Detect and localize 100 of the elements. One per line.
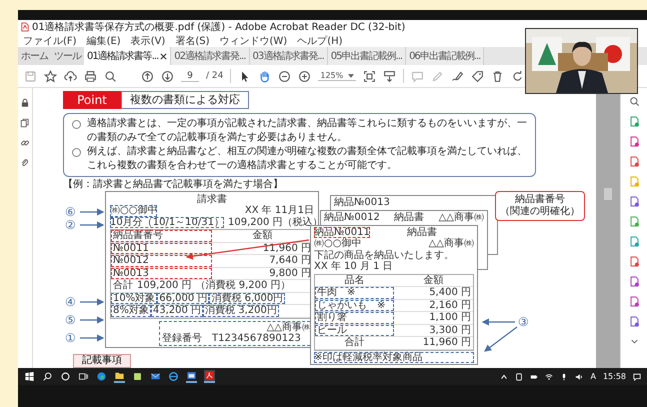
zoom-in-icon[interactable]	[298, 70, 312, 82]
tab[interactable]: 06申出書記載例...	[406, 47, 484, 65]
tab[interactable]: 05申出書記載例...	[328, 47, 406, 65]
arrow-down-icon[interactable]	[161, 70, 174, 82]
note-date: XX 年 10 月 1 日	[314, 261, 394, 273]
arrow	[80, 334, 104, 342]
link-icon[interactable]	[20, 138, 30, 148]
search-icon[interactable]	[104, 70, 117, 82]
browser-icon[interactable]	[168, 371, 179, 382]
bullet-icon	[72, 148, 81, 157]
point-label: Point	[63, 91, 121, 109]
menu-item[interactable]: ファイル(F)	[23, 34, 77, 48]
table-cell-text: 5,400 円	[428, 287, 472, 299]
invoice-date: XX 年 11月1日	[244, 205, 314, 216]
table-cell: №0013	[111, 268, 212, 280]
star-icon[interactable]	[44, 70, 57, 82]
battery-icon[interactable]	[530, 372, 538, 380]
page-icon[interactable]	[628, 256, 640, 267]
close-icon[interactable]	[160, 52, 168, 60]
signature-icon[interactable]	[451, 70, 464, 82]
menu-item[interactable]: 署名(S)	[175, 34, 210, 48]
note-title: 納品書	[394, 212, 424, 224]
notification-icon[interactable]	[633, 372, 641, 380]
rotate-icon[interactable]	[511, 70, 524, 82]
tab[interactable]: 02適格請求書発...	[171, 47, 250, 65]
menu-item[interactable]: ヘルプ(H)	[297, 34, 343, 48]
page-icon[interactable]	[628, 196, 640, 207]
callout-title: 納品書番号	[515, 194, 565, 206]
page-icon[interactable]	[628, 316, 640, 327]
window-icon[interactable]	[186, 370, 197, 383]
table-cell: 8%対象	[111, 305, 151, 317]
wifi-icon[interactable]	[545, 372, 554, 380]
issuer-name: △△商事㈱	[428, 238, 474, 250]
pdf-icon[interactable]	[204, 370, 215, 383]
table-cell: №0011	[111, 242, 212, 254]
tab[interactable]: 03適格請求書発...	[250, 47, 328, 65]
issuer-name: △△商事㈱	[438, 212, 484, 224]
page-icon[interactable]	[628, 156, 640, 167]
speaker-icon[interactable]	[575, 372, 584, 380]
page-icon[interactable]	[628, 116, 640, 127]
table-cell: 10%対象	[111, 292, 158, 304]
caret-icon[interactable]	[348, 74, 354, 78]
menu-item[interactable]: ウィンドウ(W)	[220, 34, 288, 48]
addressee: ㈱○○御中	[314, 238, 362, 250]
number-marker: ⑥	[65, 204, 76, 219]
menu-item[interactable]: 表示(V)	[130, 34, 166, 48]
print-icon[interactable]	[84, 70, 97, 82]
note-title: 納品書	[406, 226, 437, 238]
device-icon[interactable]	[515, 372, 524, 380]
note-number: 納品№0012	[324, 212, 380, 224]
table-cell-text: 7,640 円	[268, 255, 312, 267]
search-icon[interactable]	[628, 96, 640, 107]
page-icon[interactable]	[628, 276, 640, 287]
input-method-indicator[interactable]: A	[590, 372, 596, 381]
menu-item[interactable]: 編集(E)	[86, 34, 121, 48]
folder-icon[interactable]	[114, 370, 125, 383]
table-cell-text: 3,300 円	[428, 324, 472, 336]
column-header: 金額	[252, 230, 274, 242]
arrow	[80, 208, 104, 216]
number-marker: ⑤	[65, 312, 76, 327]
paperclip-icon[interactable]	[20, 158, 30, 168]
page-number-field[interactable]: 9	[181, 70, 199, 82]
table-cell-text: 2,160 円	[428, 300, 472, 312]
circle-icon[interactable]	[60, 371, 71, 382]
clock[interactable]: 15:58	[602, 372, 626, 381]
table-cell-text: 1,100 円	[428, 312, 472, 324]
scroll-mode-icon[interactable]	[383, 70, 396, 82]
section-heading: 複数の書類による対応	[121, 91, 249, 109]
fit-page-icon[interactable]	[363, 70, 376, 82]
tab[interactable]: ホーム	[18, 47, 51, 65]
tab[interactable]: 01適格請求書等...	[84, 47, 172, 65]
arrow-up-icon[interactable]	[141, 70, 154, 82]
page-icon[interactable]	[628, 136, 640, 147]
lock-icon[interactable]	[20, 98, 30, 108]
table-cell-text: 109,200 円	[136, 280, 193, 292]
trash-icon[interactable]	[491, 70, 504, 82]
tab[interactable]: ツール	[51, 47, 84, 65]
cloud-upload-icon[interactable]	[64, 70, 77, 82]
page-icon[interactable]	[628, 236, 640, 247]
scrollbar-thumb[interactable]	[604, 188, 612, 200]
number-marker: ②	[65, 218, 76, 232]
page-icon[interactable]	[628, 216, 640, 227]
page-icon[interactable]	[628, 296, 640, 307]
search-icon[interactable]	[42, 371, 53, 382]
hand-icon[interactable]	[258, 70, 272, 82]
tag-icon[interactable]	[471, 70, 484, 82]
zoom-out-icon[interactable]	[278, 70, 292, 82]
column-header: 品名	[344, 274, 366, 286]
addressee: ㈱○○御中	[110, 205, 158, 217]
paragraph: 例えば、請求書と納品書など、相互の関連が明確な複数の書類全体で記載事項を満たしていれば、これら複数の書類を合わせて一の適格請求書とすることが可能です。	[87, 144, 527, 173]
copy-icon[interactable]	[20, 118, 30, 128]
windows-logo-icon[interactable]	[24, 371, 35, 382]
mail-icon[interactable]	[150, 371, 161, 382]
zoom-dropdown[interactable]: 125%	[318, 71, 356, 81]
browser-icon[interactable]	[96, 371, 107, 382]
table-cell-text: 11,960 円	[262, 242, 312, 254]
chevron-up-icon[interactable]	[500, 372, 508, 380]
task-view-icon[interactable]	[78, 371, 89, 382]
table-cell-text: 9,800 円	[268, 268, 312, 280]
note-icon[interactable]	[132, 371, 143, 382]
